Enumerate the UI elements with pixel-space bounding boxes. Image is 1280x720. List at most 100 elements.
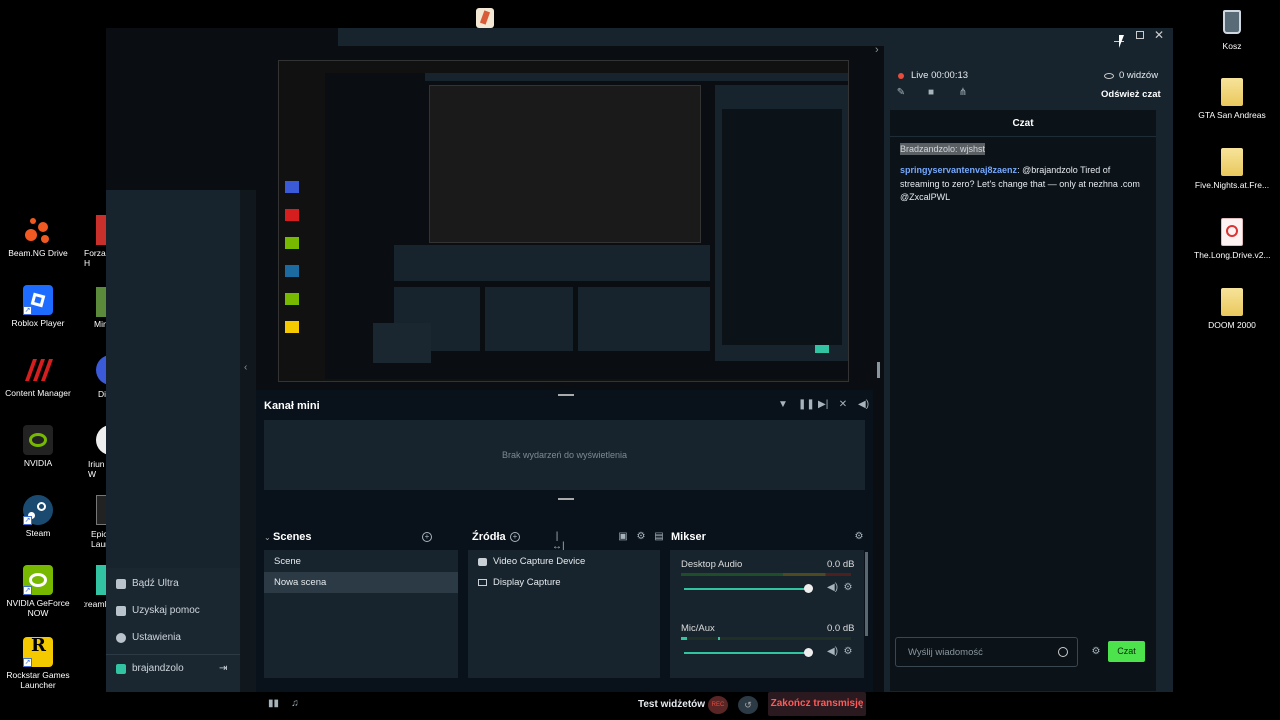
speaker-icon[interactable]: ◀): [827, 647, 838, 657]
chat-send-label: Czat: [1117, 646, 1136, 656]
nvidia-icon: [23, 425, 53, 455]
viewer-count: 0 widzów: [1104, 70, 1158, 81]
chat-box: Czat Bradzandzolo: wjshst springyservant…: [890, 110, 1156, 691]
add-scene-icon[interactable]: +: [422, 532, 432, 542]
channel-settings-icon[interactable]: ⚙: [843, 647, 853, 657]
volume-slider[interactable]: [684, 588, 809, 590]
nav-item-user[interactable]: brajandzolo: [116, 663, 184, 674]
volume-slider-handle[interactable]: [804, 584, 813, 593]
mixer-settings-icon[interactable]: ⚙: [854, 532, 864, 542]
mute-alerts-icon[interactable]: ✕: [838, 400, 848, 410]
replay-buffer-button[interactable]: ↺: [738, 696, 758, 714]
rec-label: REC: [711, 702, 725, 708]
nav-item-help[interactable]: Uzyskaj pomoc: [116, 605, 200, 616]
chat-send-button[interactable]: Czat: [1108, 641, 1145, 662]
rec-button[interactable]: REC: [708, 696, 728, 714]
desktop-icon-fnaf[interactable]: Five.Nights.at.Fre...: [1194, 148, 1270, 190]
sources-title: Źródła: [472, 531, 506, 543]
add-source-icon[interactable]: +: [510, 532, 520, 542]
username: brajandzolo: [132, 663, 184, 674]
chat-message-user[interactable]: springyservantenvaj8zaenz: [900, 165, 1017, 175]
chevron-left-icon[interactable]: ‹: [244, 362, 247, 373]
partial-label: Di: [98, 389, 106, 399]
preview-resize-handle[interactable]: [877, 362, 880, 378]
desktop-icon-gta[interactable]: GTA San Andreas: [1194, 78, 1270, 120]
stats-icon[interactable]: ▮▮: [268, 699, 279, 709]
desktop-icon-beamng[interactable]: Beam.NG Drive: [0, 215, 76, 258]
filter-icon[interactable]: ▼: [778, 400, 788, 410]
pause-icon[interactable]: ❚❚: [798, 400, 815, 410]
speaker-icon[interactable]: ◀): [827, 583, 838, 593]
desktop-icon-roblox[interactable]: ↗ Roblox Player: [0, 285, 76, 328]
chat-message: springyservantenvaj8zaenz: @brajandzolo …: [900, 165, 1140, 202]
scene-item-selected[interactable]: Nowa scena: [264, 572, 458, 593]
desktop-icon-doom[interactable]: DOOM 2000: [1194, 288, 1270, 330]
live-indicator: Live 00:00:13: [898, 70, 968, 81]
logout-icon[interactable]: ⇥: [219, 663, 227, 674]
partial-label: Forza H: [84, 248, 106, 268]
sources-list: Video Capture Device Display Capture: [468, 550, 660, 678]
partial-desktop-icons: Forza H Min Di Iriun W Epic Launc Stream…: [84, 215, 106, 635]
close-button[interactable]: ✕: [1154, 28, 1164, 42]
scene-transition-icon[interactable]: |↔|: [552, 532, 565, 552]
mixer-scrollbar[interactable]: [865, 552, 868, 636]
chevron-down-icon[interactable]: ⌄: [264, 533, 271, 542]
nav-item-settings[interactable]: Ustawienia: [116, 632, 181, 643]
mixer-panel: Desktop Audio 0.0 dB ◀) ⚙ Mic/Aux 0.0 dB…: [670, 550, 864, 678]
skip-icon[interactable]: ▶|: [818, 400, 828, 410]
chat-input[interactable]: Wyślij wiadomość: [895, 637, 1078, 667]
volume-icon[interactable]: ◀): [858, 400, 869, 410]
channel-settings-icon[interactable]: ⚙: [843, 583, 853, 593]
nav-collapse-strip[interactable]: ‹: [240, 190, 256, 692]
emoji-icon[interactable]: [1058, 647, 1068, 657]
chat-divider: [890, 136, 1156, 137]
bell-icon[interactable]: ♫: [290, 699, 300, 709]
source-group-icon[interactable]: ▣: [618, 532, 628, 542]
recycle-bin-icon: [1221, 8, 1243, 38]
maximize-button[interactable]: [1136, 31, 1144, 39]
desktop-icon-recycle-bin[interactable]: Kosz: [1194, 8, 1270, 51]
desktop-icon-geforce-now[interactable]: ↗ NVIDIA GeForce NOW: [0, 565, 76, 618]
end-stream-button[interactable]: Zakończ transmisję: [768, 692, 866, 716]
nav-item-label: Bądź Ultra: [132, 578, 179, 589]
refresh-chat-button[interactable]: Odśwież czat: [1101, 89, 1161, 100]
desktop-icon-label: Beam.NG Drive: [8, 248, 68, 258]
share-icon[interactable]: ⋔: [958, 88, 968, 98]
monitor-icon: [478, 579, 487, 586]
drag-handle[interactable]: [558, 498, 574, 500]
volume-slider[interactable]: [684, 652, 809, 654]
test-widgets-button[interactable]: Test widżetów: [638, 699, 705, 710]
folder-icon[interactable]: ▤: [654, 532, 664, 542]
partial-label: Epic Launc: [91, 529, 106, 549]
source-item[interactable]: Video Capture Device: [468, 551, 660, 572]
desktop-icon-label: Five.Nights.at.Fre...: [1194, 180, 1270, 190]
scene-item[interactable]: Scene: [264, 551, 458, 572]
volume-meter: [681, 573, 851, 576]
nav-item-ultra[interactable]: Bądź Ultra: [116, 578, 179, 589]
drag-handle[interactable]: [558, 394, 574, 396]
desktop-icon-rockstar[interactable]: R ↗ Rockstar Games Launcher: [0, 637, 76, 691]
geforce-now-icon: ↗: [23, 565, 53, 595]
partial-label: Min: [94, 319, 106, 329]
desktop-icon-long-drive[interactable]: The.Long.Drive.v2...: [1194, 218, 1271, 260]
source-item[interactable]: Display Capture: [468, 572, 660, 593]
desktop-icon-label: Kosz: [1222, 41, 1242, 51]
source-settings-icon[interactable]: ⚙: [636, 532, 646, 542]
desktop-icon-label: Steam: [25, 528, 51, 538]
desktop-icon-steam[interactable]: ↗ Steam: [0, 495, 76, 538]
live-timer: Live 00:00:13: [911, 70, 969, 81]
chat-highlight: Bradzandzolo: wjshst: [900, 143, 986, 155]
edit-stream-icon[interactable]: ✎: [896, 88, 906, 98]
volume-slider-handle[interactable]: [804, 648, 813, 657]
desktop-icon-label: Content Manager: [5, 388, 71, 398]
beamng-icon: [23, 215, 53, 245]
video-icon[interactable]: ■: [926, 88, 936, 98]
chat-settings-icon[interactable]: ⚙: [1091, 647, 1101, 657]
desktop-icon-content-manager[interactable]: Content Manager: [0, 355, 76, 398]
partial-label: Streamla: [84, 599, 106, 609]
desktop-icon-nvidia[interactable]: NVIDIA: [0, 425, 76, 468]
chat-title: Czat: [1012, 118, 1034, 129]
partial-label: Iriun W: [88, 459, 105, 479]
ultra-icon: [116, 578, 126, 589]
chat-collapse-chevron[interactable]: ›: [875, 44, 879, 56]
